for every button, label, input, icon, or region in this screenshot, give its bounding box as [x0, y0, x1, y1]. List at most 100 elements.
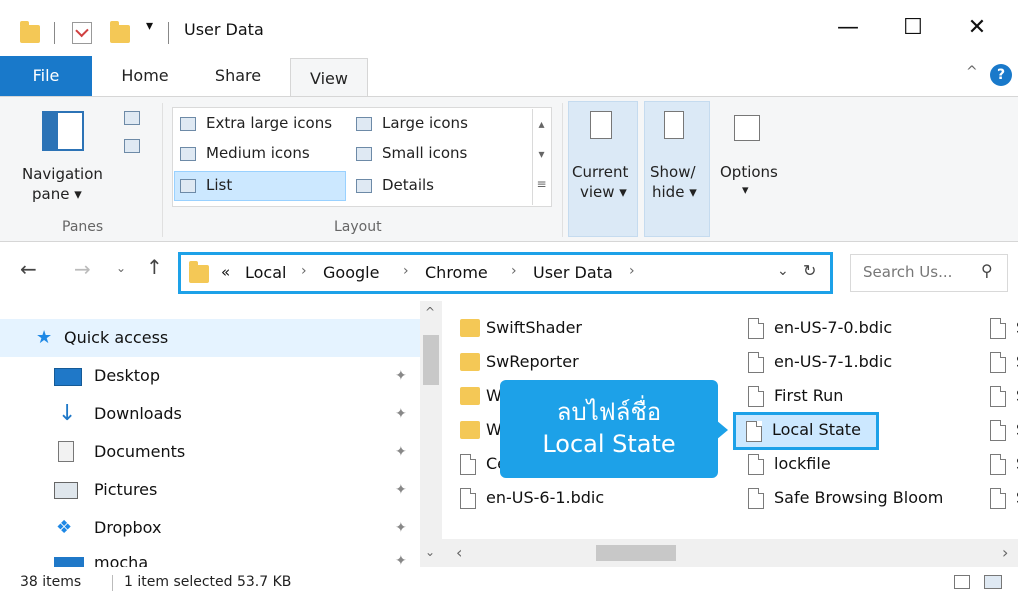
- layout-small-icons[interactable]: Small icons: [382, 144, 467, 162]
- file-icon: [748, 454, 764, 475]
- downloads-icon: ↓: [58, 401, 77, 426]
- pin-icon[interactable]: ✦: [395, 471, 407, 509]
- divider: [162, 103, 163, 237]
- search-placeholder: Search Us...: [863, 263, 953, 281]
- show-hide-label: Show/: [650, 163, 696, 181]
- tab-view[interactable]: View: [290, 58, 368, 98]
- breadcrumb-separator-icon[interactable]: ›: [629, 263, 635, 279]
- address-overflow[interactable]: «: [221, 263, 230, 281]
- close-button[interactable]: ✕: [955, 12, 999, 44]
- layout-medium-icons[interactable]: Medium icons: [206, 144, 310, 162]
- file-icon: [460, 454, 476, 475]
- navigation-pane-dropdown[interactable]: pane ▾: [32, 185, 82, 203]
- show-hide-icon: [664, 111, 684, 139]
- expand-gallery-icon[interactable]: ≡: [533, 169, 550, 199]
- search-input[interactable]: Search Us... ⚲: [850, 254, 1008, 292]
- recent-locations-icon[interactable]: ⌄: [116, 261, 126, 275]
- file-icon: [990, 386, 1006, 407]
- new-folder-icon[interactable]: [110, 21, 130, 43]
- collapse-ribbon-icon[interactable]: ^: [966, 64, 978, 80]
- options-dropdown[interactable]: ▾: [742, 183, 749, 198]
- file-icon: [990, 488, 1006, 509]
- file-icon: [990, 420, 1006, 441]
- options-label[interactable]: Options: [720, 163, 778, 181]
- nav-item-pictures[interactable]: Pictures ✦: [50, 471, 410, 509]
- address-bar[interactable]: « Local › Google › Chrome › User Data › …: [178, 252, 833, 294]
- scroll-down-icon[interactable]: ⌄: [425, 545, 435, 559]
- back-icon[interactable]: ←: [20, 257, 37, 281]
- breadcrumb-google[interactable]: Google: [323, 263, 379, 282]
- pin-icon[interactable]: ✦: [395, 509, 407, 547]
- breadcrumb-chrome[interactable]: Chrome: [425, 263, 488, 282]
- desktop-icon: [54, 368, 82, 386]
- forward-icon[interactable]: →: [74, 257, 91, 281]
- scroll-left-icon[interactable]: ‹: [456, 543, 462, 562]
- layout-list[interactable]: List: [206, 176, 232, 194]
- scroll-thumb[interactable]: [596, 545, 676, 561]
- divider: [562, 103, 563, 237]
- pin-icon[interactable]: ✦: [395, 553, 407, 567]
- file-icon: [990, 352, 1006, 373]
- callout-line2: Local State: [542, 430, 676, 458]
- large-icons-view-icon[interactable]: [984, 575, 1002, 589]
- refresh-icon[interactable]: ↻: [803, 261, 816, 280]
- minimize-button[interactable]: —: [826, 12, 870, 44]
- layout-gallery-scroll[interactable]: ▴ ▾ ≡: [532, 109, 550, 205]
- list-icon: [180, 179, 196, 193]
- nav-item-quick-access[interactable]: ★ Quick access: [36, 319, 396, 357]
- scroll-up-icon[interactable]: ▴: [533, 109, 550, 139]
- breadcrumb-separator-icon[interactable]: ›: [511, 263, 517, 279]
- nav-item-dropbox[interactable]: ❖ Dropbox ✦: [50, 509, 410, 547]
- details-view-icon[interactable]: [954, 575, 970, 589]
- horizontal-scrollbar[interactable]: ‹ ›: [442, 539, 1018, 567]
- layout-large-icons[interactable]: Large icons: [382, 114, 468, 132]
- title-bar: ▾ User Data — ☐ ✕: [0, 0, 1018, 56]
- layout-extra-large-icons[interactable]: Extra large icons: [206, 114, 332, 132]
- nav-item-desktop[interactable]: Desktop ✦: [50, 357, 410, 395]
- scroll-up-icon[interactable]: ^: [425, 305, 435, 319]
- scroll-right-icon[interactable]: ›: [1002, 543, 1008, 562]
- current-view-label: Current: [572, 163, 629, 181]
- folder-icon: [460, 421, 480, 439]
- maximize-button[interactable]: ☐: [891, 12, 935, 44]
- details-pane-icon[interactable]: [124, 139, 140, 153]
- breadcrumb-separator-icon[interactable]: ›: [301, 263, 307, 279]
- quick-access-toolbar-dropdown-icon[interactable]: ▾: [146, 18, 153, 34]
- ribbon: Navigation pane ▾ Panes Extra large icon…: [0, 96, 1018, 242]
- file-icon: [748, 352, 764, 373]
- layout-list-selected: [174, 171, 346, 201]
- pin-icon[interactable]: ✦: [395, 395, 407, 433]
- selected-file-local-state[interactable]: Local State: [733, 412, 879, 450]
- breadcrumb-user-data[interactable]: User Data: [533, 263, 613, 282]
- folder-icon: [189, 261, 209, 283]
- layout-details[interactable]: Details: [382, 176, 434, 194]
- up-icon[interactable]: ↑: [146, 255, 163, 279]
- large-icons-icon: [356, 117, 372, 131]
- nav-item-mocha[interactable]: mocha ✦: [50, 547, 410, 567]
- pin-icon[interactable]: ✦: [395, 357, 407, 395]
- tab-file[interactable]: File: [0, 56, 92, 96]
- preview-pane-icon[interactable]: [124, 111, 140, 125]
- pin-icon[interactable]: ✦: [395, 433, 407, 471]
- address-history-icon[interactable]: ⌄: [777, 263, 789, 279]
- scroll-thumb[interactable]: [423, 335, 439, 385]
- nav-item-documents[interactable]: Documents ✦: [50, 433, 410, 471]
- scroll-down-icon[interactable]: ▾: [533, 139, 550, 169]
- search-icon[interactable]: ⚲: [981, 261, 993, 280]
- show-hide-dropdown: hide ▾: [652, 183, 697, 201]
- pictures-icon: [54, 482, 78, 499]
- navigation-pane-icon[interactable]: [42, 111, 84, 151]
- options-icon[interactable]: [734, 115, 760, 141]
- breadcrumb-local[interactable]: Local: [245, 263, 286, 282]
- tab-home[interactable]: Home: [110, 56, 180, 96]
- nav-item-downloads[interactable]: ↓ Downloads ✦: [50, 395, 410, 433]
- nav-scrollbar[interactable]: ^ ⌄: [420, 301, 442, 567]
- properties-icon[interactable]: [72, 22, 92, 44]
- tab-share[interactable]: Share: [202, 56, 274, 96]
- breadcrumb-separator-icon[interactable]: ›: [403, 263, 409, 279]
- help-icon[interactable]: ?: [990, 64, 1012, 86]
- file-icon: [748, 318, 764, 339]
- divider: [54, 22, 55, 44]
- instruction-callout: ลบไฟล์ชื่อ Local State: [500, 380, 718, 478]
- navigation-pane-label[interactable]: Navigation: [22, 165, 103, 183]
